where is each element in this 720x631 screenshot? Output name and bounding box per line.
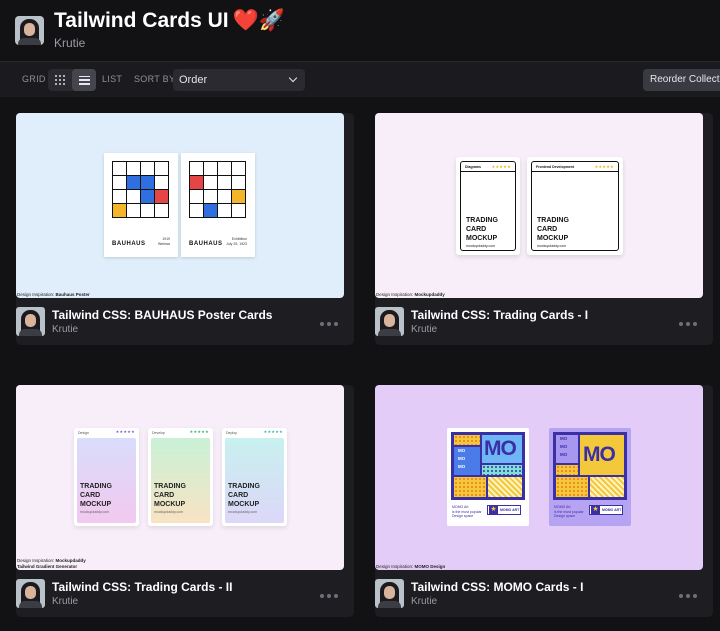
avatar[interactable] [15, 16, 44, 45]
design-inspiration-caption: Design Inspiration: Bauhaus Poster [17, 291, 90, 297]
momo-poster-1: MO MO MO MO MOMO Art is the most popular Des… [447, 428, 529, 526]
card-title[interactable]: Tailwind CSS: MOMO Cards - I [411, 580, 583, 594]
more-options-icon[interactable] [679, 322, 697, 326]
view-toolbar: GRID LIST SORT BY Order Reorder Collecti… [0, 61, 720, 97]
chevron-down-icon [288, 73, 298, 83]
card-author[interactable]: Krutie [411, 596, 437, 607]
card-preview[interactable]: BAUHAUS 1919 Weimar BAUHAUS Exhibition Jul… [16, 113, 344, 298]
star-icon: ★ [591, 506, 600, 514]
list-view-button[interactable] [72, 69, 96, 91]
sort-select[interactable]: Order [173, 69, 305, 91]
card-author[interactable]: Krutie [52, 596, 78, 607]
card-author[interactable]: Krutie [411, 324, 437, 335]
trading-card-2: Frontend Development ★★★★★ TRADING CARD MO… [527, 157, 623, 255]
avatar[interactable] [375, 307, 404, 336]
card-title[interactable]: Tailwind CSS: Trading Cards - II [52, 580, 232, 594]
grid-label: GRID [22, 74, 46, 84]
heart-rocket-emoji: ❤️🚀 [232, 9, 285, 32]
design-inspiration-caption: Design Inspiration: Mockupdaddy [376, 291, 445, 297]
design-inspiration-caption: Design Inspiration: Mockupdaddy Tailwind … [17, 558, 86, 569]
card-momo[interactable]: MO MO MO MO MOMO Art is the most popular Des… [375, 385, 713, 617]
gradient-card-design: Design ★★★★★ TRADING CARD MOCKUP mockupdad… [74, 428, 139, 526]
card-bauhaus[interactable]: BAUHAUS 1919 Weimar BAUHAUS Exhibition Jul… [16, 113, 354, 345]
list-icon [78, 75, 90, 85]
gradient-card-develop: Develop ★★★★★ TRADING CARD MOCKUP mockupda… [148, 428, 213, 526]
card-author[interactable]: Krutie [52, 324, 78, 335]
momo-poster-2: MO MO MO MO MOMO Art is the most popular Des… [549, 428, 631, 526]
more-options-icon[interactable] [679, 594, 697, 598]
sort-select-value: Order [179, 74, 208, 86]
page-title: Tailwind Cards UI ❤️🚀 [54, 9, 285, 32]
star-icon: ★ [489, 506, 498, 514]
avatar[interactable] [16, 579, 45, 608]
more-options-icon[interactable] [320, 322, 338, 326]
trading-card-1: Diagrams ★★★★★ TRADING CARD MOCKUP mockupd… [456, 157, 520, 255]
design-inspiration-caption: Design Inspiration: MOMO Design [376, 563, 446, 569]
gradient-card-deploy: Deploy ★★★★★ TRADING CARD MOCKUP mockupdad… [222, 428, 287, 526]
page-header: Tailwind Cards UI ❤️🚀 Krutie [0, 0, 720, 60]
reorder-collection-button[interactable]: Reorder Collection [643, 69, 720, 91]
bauhaus-poster-2: BAUHAUS Exhibition July 25, 1923 [181, 153, 255, 257]
bauhaus-poster-1: BAUHAUS 1919 Weimar [104, 153, 178, 257]
card-preview[interactable]: Diagrams ★★★★★ TRADING CARD MOCKUP mockupd… [375, 113, 703, 298]
card-preview[interactable]: Design ★★★★★ TRADING CARD MOCKUP mockupdad… [16, 385, 344, 570]
grid-icon [55, 75, 65, 85]
card-preview[interactable]: MO MO MO MO MOMO Art is the most popular Des… [375, 385, 703, 570]
grid-view-button[interactable] [48, 69, 72, 91]
card-title[interactable]: Tailwind CSS: Trading Cards - I [411, 308, 588, 322]
card-trading-2[interactable]: Design ★★★★★ TRADING CARD MOCKUP mockupdad… [16, 385, 354, 617]
card-trading-1[interactable]: Diagrams ★★★★★ TRADING CARD MOCKUP mockupd… [375, 113, 713, 345]
avatar[interactable] [16, 307, 45, 336]
sort-by-label: SORT BY [134, 74, 176, 84]
card-title[interactable]: Tailwind CSS: BAUHAUS Poster Cards [52, 308, 272, 322]
more-options-icon[interactable] [320, 594, 338, 598]
avatar[interactable] [375, 579, 404, 608]
list-label: LIST [102, 74, 123, 84]
view-toggle [48, 69, 96, 91]
collection-author[interactable]: Krutie [54, 36, 85, 50]
